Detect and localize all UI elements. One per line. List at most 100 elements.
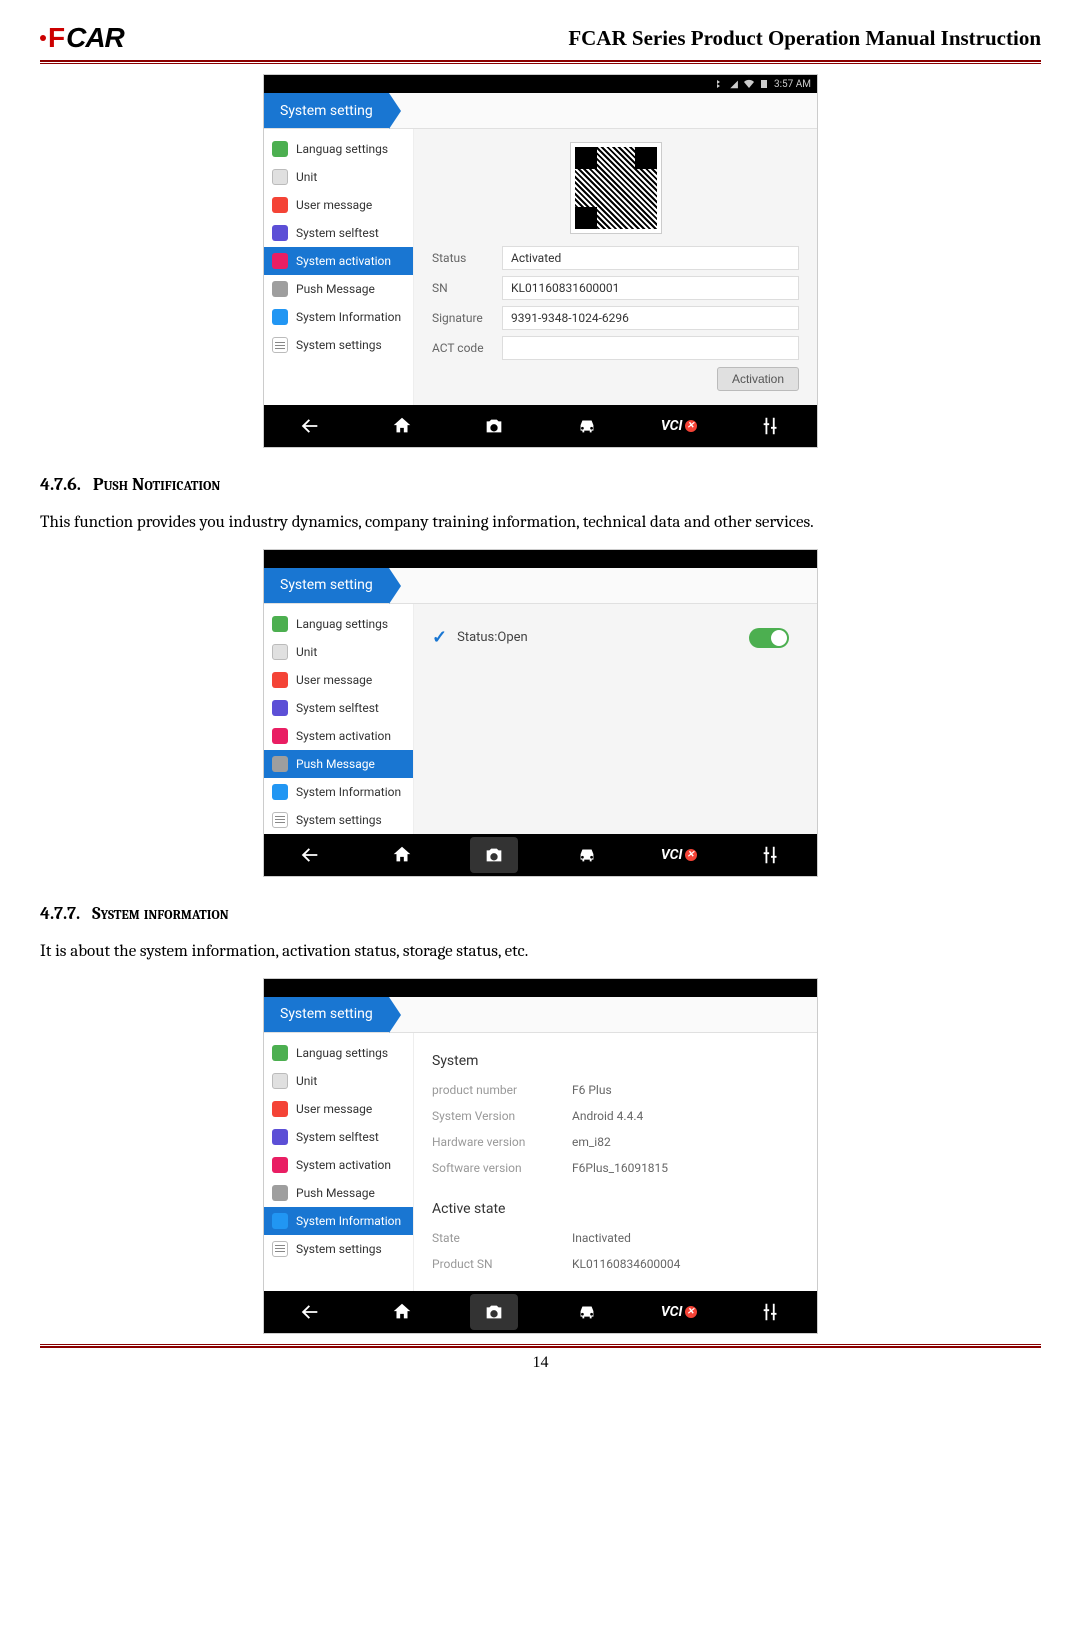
- sidebar-item-language[interactable]: Languag settings: [264, 610, 413, 638]
- language-icon: [272, 141, 288, 157]
- row-signature: Signature9391-9348-1024-6296: [432, 303, 799, 333]
- nav-sliders-button[interactable]: [747, 1294, 795, 1330]
- sidebar-item-settings[interactable]: System settings: [264, 1235, 413, 1263]
- page-header: FCAR FCAR Series Product Operation Manua…: [40, 18, 1041, 58]
- nav-car-button[interactable]: [563, 837, 611, 873]
- sidebar-item-push[interactable]: Push Message: [264, 750, 413, 778]
- tab-bar: System setting: [264, 93, 817, 129]
- sidebar-item-user-message[interactable]: User message: [264, 666, 413, 694]
- sidebar-item-selftest[interactable]: System selftest: [264, 694, 413, 722]
- info-key: Product SN: [432, 1257, 572, 1271]
- back-arrow-icon: [299, 415, 321, 437]
- tab-label: System setting: [280, 103, 373, 119]
- tab-system-setting[interactable]: System setting: [264, 93, 389, 128]
- activation-icon: [272, 728, 288, 744]
- sidebar-item-label: Push Message: [296, 1186, 375, 1200]
- nav-back-button[interactable]: [286, 837, 334, 873]
- nav-vci-button[interactable]: VCI✕: [655, 408, 703, 444]
- main-panel: StatusActivated SNKL01160831600001 Signa…: [414, 129, 817, 405]
- nav-home-button[interactable]: [378, 1294, 426, 1330]
- tab-system-setting[interactable]: System setting: [264, 568, 389, 603]
- sidebar-item-language[interactable]: Languag settings: [264, 1039, 413, 1067]
- info-icon: [272, 784, 288, 800]
- info-key: State: [432, 1231, 572, 1245]
- nav-back-button[interactable]: [286, 408, 334, 444]
- sidebar-item-label: System selftest: [296, 226, 379, 240]
- paragraph-system-information: It is about the system information, acti…: [40, 940, 1041, 964]
- nav-home-button[interactable]: [378, 837, 426, 873]
- section-title-system: System: [432, 1053, 799, 1069]
- activation-button[interactable]: Activation: [717, 367, 799, 391]
- push-status-label: Status:Open: [457, 630, 528, 645]
- document-title: FCAR Series Product Operation Manual Ins…: [568, 26, 1041, 51]
- sidebar-item-unit[interactable]: Unit: [264, 1067, 413, 1095]
- camera-icon: [483, 1301, 505, 1323]
- sidebar-item-label: System selftest: [296, 1130, 379, 1144]
- input-actcode[interactable]: [502, 336, 799, 360]
- back-arrow-icon: [299, 1301, 321, 1323]
- tab-system-setting[interactable]: System setting: [264, 997, 389, 1032]
- sidebar-item-label: System activation: [296, 729, 391, 743]
- sidebar-item-sysinfo[interactable]: System Information: [264, 1207, 413, 1235]
- row-actcode: ACT code: [432, 333, 799, 363]
- sliders-icon: [760, 844, 782, 866]
- qr-code-icon: [571, 143, 661, 233]
- info-row: System VersionAndroid 4.4.4: [432, 1103, 799, 1129]
- sidebar-item-unit[interactable]: Unit: [264, 638, 413, 666]
- user-message-icon: [272, 197, 288, 213]
- nav-car-button[interactable]: [563, 408, 611, 444]
- nav-camera-button[interactable]: [470, 837, 518, 873]
- sidebar-item-selftest[interactable]: System selftest: [264, 219, 413, 247]
- logo-dot-icon: [40, 35, 46, 41]
- android-status-bar: [264, 979, 817, 997]
- selftest-icon: [272, 700, 288, 716]
- sidebar: Languag settings Unit User message Syste…: [264, 604, 414, 834]
- sidebar-item-settings[interactable]: System settings: [264, 806, 413, 834]
- sidebar-item-activation[interactable]: System activation: [264, 247, 413, 275]
- label-sn: SN: [432, 281, 502, 295]
- sidebar-item-sysinfo[interactable]: System Information: [264, 778, 413, 806]
- sidebar-item-activation[interactable]: System activation: [264, 1151, 413, 1179]
- sidebar-item-language[interactable]: Languag settings: [264, 135, 413, 163]
- main-panel: System product numberF6 Plus System Vers…: [414, 1033, 817, 1291]
- sidebar-item-push[interactable]: Push Message: [264, 1179, 413, 1207]
- sidebar-item-settings[interactable]: System settings: [264, 331, 413, 359]
- nav-sliders-button[interactable]: [747, 837, 795, 873]
- selftest-icon: [272, 1129, 288, 1145]
- info-icon: [272, 309, 288, 325]
- sidebar-item-unit[interactable]: Unit: [264, 163, 413, 191]
- car-icon: [576, 844, 598, 866]
- info-key: Software version: [432, 1161, 572, 1175]
- camera-icon: [483, 844, 505, 866]
- nav-vci-button[interactable]: VCI✕: [655, 1294, 703, 1330]
- info-row: product numberF6 Plus: [432, 1077, 799, 1103]
- nav-camera-button[interactable]: [470, 1294, 518, 1330]
- sidebar-item-user-message[interactable]: User message: [264, 191, 413, 219]
- nav-vci-button[interactable]: VCI✕: [655, 837, 703, 873]
- sidebar-item-sysinfo[interactable]: System Information: [264, 303, 413, 331]
- push-icon: [272, 756, 288, 772]
- nav-home-button[interactable]: [378, 408, 426, 444]
- activation-icon: [272, 253, 288, 269]
- sidebar: Languag settings Unit User message Syste…: [264, 129, 414, 405]
- heading-number: 4.7.6.: [40, 474, 81, 495]
- bottom-nav: VCI✕: [264, 405, 817, 447]
- car-icon: [576, 1301, 598, 1323]
- nav-sliders-button[interactable]: [747, 408, 795, 444]
- paragraph-push-notification: This function provides you industry dyna…: [40, 511, 1041, 535]
- push-toggle[interactable]: [749, 628, 789, 648]
- language-icon: [272, 616, 288, 632]
- language-icon: [272, 1045, 288, 1061]
- info-value: Android 4.4.4: [572, 1109, 643, 1123]
- sidebar-item-user-message[interactable]: User message: [264, 1095, 413, 1123]
- user-message-icon: [272, 672, 288, 688]
- sidebar-item-label: System settings: [296, 813, 382, 827]
- sidebar-item-selftest[interactable]: System selftest: [264, 1123, 413, 1151]
- nav-car-button[interactable]: [563, 1294, 611, 1330]
- unit-icon: [272, 644, 288, 660]
- heading-system-information: 4.7.7. System information: [40, 903, 1041, 924]
- nav-camera-button[interactable]: [470, 408, 518, 444]
- sidebar-item-activation[interactable]: System activation: [264, 722, 413, 750]
- nav-back-button[interactable]: [286, 1294, 334, 1330]
- sidebar-item-push[interactable]: Push Message: [264, 275, 413, 303]
